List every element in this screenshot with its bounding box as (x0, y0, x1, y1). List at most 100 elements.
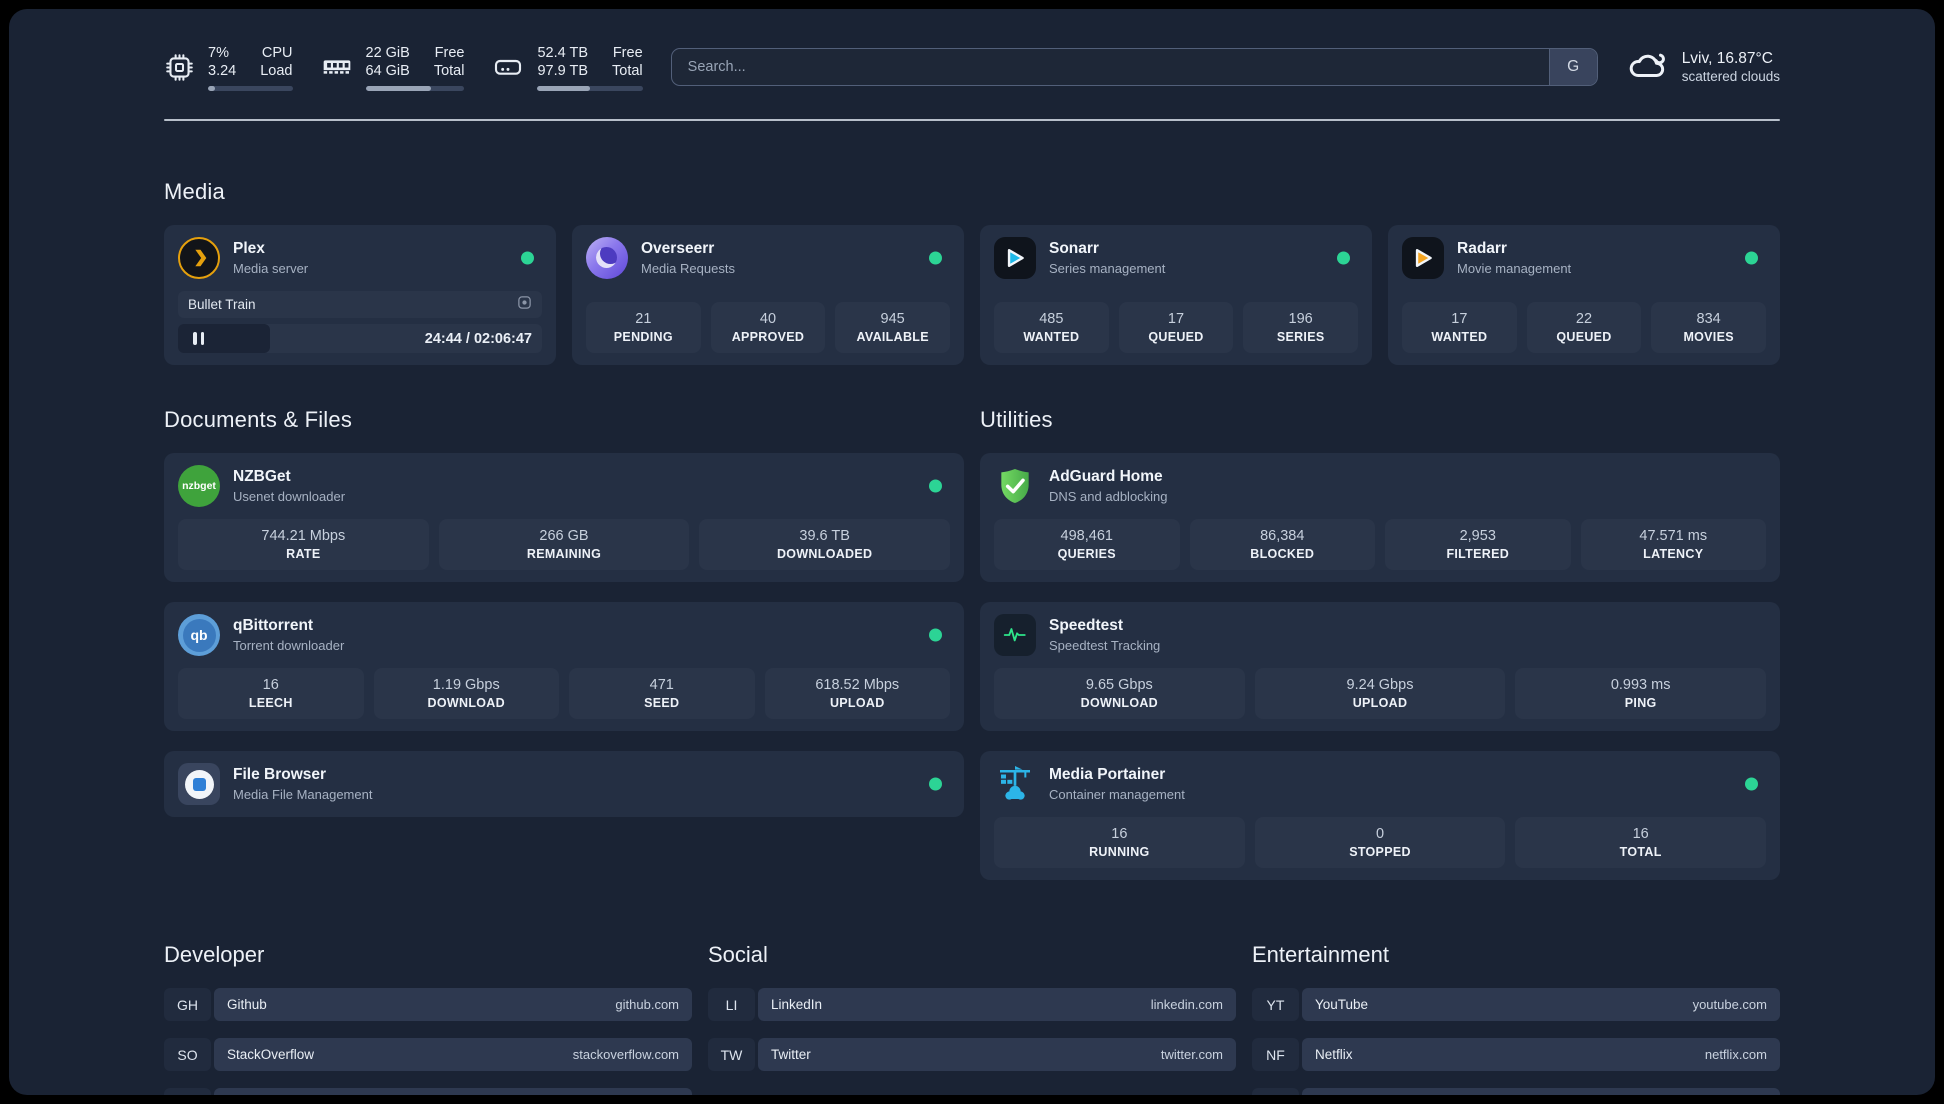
stat-tile: 834 MOVIES (1651, 302, 1766, 353)
stat-tile: 17 QUEUED (1118, 302, 1234, 353)
stat-value: 16 (262, 677, 279, 693)
stat-tiles: 498,461 QUERIES 86,384 BLOCKED 2,953 FIL… (994, 507, 1766, 570)
app-link-filebrowser[interactable]: File Browser Media File Management (178, 763, 950, 805)
link-abbr: DT (164, 1088, 211, 1095)
cast-icon[interactable] (517, 295, 532, 315)
cpu-load-value: 3.24 (208, 62, 237, 79)
stat-label: WANTED (1431, 330, 1488, 344)
stat-value: 618.52 Mbps (815, 677, 900, 693)
app-name: qBittorrent (233, 617, 314, 634)
stat-tiles: 485 WANTED 17 QUEUED 196 SERIES (994, 290, 1358, 353)
stat-value: 498,461 (1060, 528, 1113, 544)
link-name: StackOverflow (227, 1047, 315, 1062)
stat-tiles: 744.21 Mbps RATE 266 GB REMAINING 39.6 T… (178, 507, 950, 570)
link-url: stackoverflow.com (572, 1047, 679, 1062)
nzbget-logo-text: nzbget (182, 480, 216, 492)
link-row-dev[interactable]: DT DEV dev.to (164, 1088, 692, 1095)
top-bar: 7% CPU 3.24 Load 22 GiB Free 64 GiB Tota… (164, 41, 1780, 93)
search-input[interactable] (671, 49, 1549, 85)
app-name: Plex (233, 240, 265, 257)
link-row-netflix[interactable]: NF Netflix netflix.com (1252, 1038, 1780, 1071)
cpu-label: CPU (261, 44, 293, 61)
disk-total-value: 97.9 TB (537, 62, 589, 79)
stat-value: 47.571 ms (1639, 528, 1708, 544)
app-link-qbittorrent[interactable]: qb qBittorrent Torrent downloader (178, 614, 950, 656)
stat-value: 22 (1575, 311, 1593, 327)
app-link-adguard[interactable]: AdGuard Home DNS and adblocking (994, 465, 1766, 507)
app-link-radarr[interactable]: Radarr Movie management (1402, 237, 1766, 279)
cloud-icon (1626, 44, 1668, 91)
cpu-stat: 7% CPU 3.24 Load (164, 44, 293, 91)
stat-value: 0.993 ms (1610, 677, 1671, 693)
stat-tile: 266 GB REMAINING (438, 519, 690, 570)
filebrowser-icon (178, 763, 220, 805)
portainer-icon (994, 763, 1036, 805)
weather-widget: Lviv, 16.87°C scattered clouds (1626, 44, 1780, 91)
link-row-youtube[interactable]: YT YouTube youtube.com (1252, 988, 1780, 1021)
link-abbr: YT (1252, 988, 1299, 1021)
nzbget-icon: nzbget (178, 465, 220, 507)
ram-progress-bar (365, 85, 465, 91)
utilities-column: Utilities AdGuard Home DNS and adblockin… (980, 365, 1780, 880)
app-description: Container management (1049, 787, 1185, 802)
social-links: Social LI LinkedIn linkedin.com TW Twitt… (708, 942, 1236, 1095)
app-link-overseerr[interactable]: Overseerr Media Requests (586, 237, 950, 279)
link-url: netflix.com (1704, 1047, 1767, 1062)
pause-button[interactable] (178, 324, 270, 353)
stat-label: SEED (644, 696, 680, 710)
app-link-nzbget[interactable]: nzbget NZBGet Usenet downloader (178, 465, 950, 507)
stat-tile: 39.6 TB DOWNLOADED (699, 519, 950, 570)
stat-value: 86,384 (1260, 528, 1305, 544)
stat-tiles: 16 LEECH 1.19 Gbps DOWNLOAD 471 SEED 618… (178, 656, 950, 719)
stat-label: REMAINING (526, 547, 602, 561)
link-url: youtube.com (1692, 997, 1767, 1012)
app-description: Movie management (1457, 261, 1572, 276)
stat-value: 17 (1451, 311, 1468, 327)
ram-icon (321, 51, 353, 83)
link-row-github[interactable]: GH Github github.com (164, 988, 692, 1021)
app-link-plex[interactable]: Plex Media server (178, 237, 542, 279)
app-description: Speedtest Tracking (1049, 638, 1161, 653)
ram-stat: 22 GiB Free 64 GiB Total (321, 44, 465, 91)
stat-label: QUERIES (1057, 547, 1116, 561)
app-card-qbittorrent: qb qBittorrent Torrent downloader 16 LEE… (164, 602, 964, 731)
stat-tile: 9.24 Gbps UPLOAD (1254, 668, 1506, 719)
qbittorrent-icon: qb (178, 614, 220, 656)
stat-value: 0 (1375, 826, 1385, 842)
link-row-reddit[interactable]: RE Reddit reddit.com (1252, 1088, 1780, 1095)
media-card-grid: Plex Media server Bullet Train 24:44 / 0… (164, 225, 1780, 365)
stat-tile: 86,384 BLOCKED (1189, 519, 1375, 570)
stat-value: 17 (1167, 311, 1185, 327)
speedtest-icon (994, 614, 1036, 656)
search-engine-button[interactable]: G (1548, 49, 1597, 85)
stat-value: 266 GB (539, 528, 589, 544)
status-dot-online (929, 479, 942, 493)
link-row-twitter[interactable]: TW Twitter twitter.com (708, 1038, 1236, 1071)
section-title-media: Media (164, 179, 225, 204)
disk-stat: 52.4 TB Free 97.9 TB Total (492, 44, 643, 91)
ram-free-label: Free (434, 44, 465, 61)
status-dot-online (1745, 251, 1758, 265)
link-abbr: LI (708, 988, 755, 1021)
ram-free-value: 22 GiB (365, 44, 410, 61)
stat-tiles: 9.65 Gbps DOWNLOAD 9.24 Gbps UPLOAD 0.99… (994, 656, 1766, 719)
app-link-portainer[interactable]: Media Portainer Container management (994, 763, 1766, 805)
stat-label: RUNNING (1089, 845, 1150, 859)
status-dot-online (1337, 251, 1350, 265)
documents-column: Documents & Files nzbget NZBGet Usenet d… (164, 365, 964, 817)
link-name: YouTube (1315, 997, 1369, 1012)
qbittorrent-logo-text: qb (190, 627, 208, 643)
app-name: Overseerr (641, 240, 715, 257)
app-link-sonarr[interactable]: Sonarr Series management (994, 237, 1358, 279)
stat-label: LEECH (248, 696, 293, 710)
status-dot-online (929, 628, 942, 642)
link-row-linkedin[interactable]: LI LinkedIn linkedin.com (708, 988, 1236, 1021)
weather-description: scattered clouds (1681, 68, 1780, 84)
status-dot-online (1745, 777, 1758, 791)
app-link-speedtest[interactable]: Speedtest Speedtest Tracking (994, 614, 1766, 656)
stat-value: 16 (1111, 826, 1128, 842)
stat-value: 39.6 TB (799, 528, 850, 544)
stat-tiles: 21 PENDING 40 APPROVED 945 AVAILABLE (586, 290, 950, 353)
search-bar: G (670, 48, 1598, 86)
link-row-stackoverflow[interactable]: SO StackOverflow stackoverflow.com (164, 1038, 692, 1071)
